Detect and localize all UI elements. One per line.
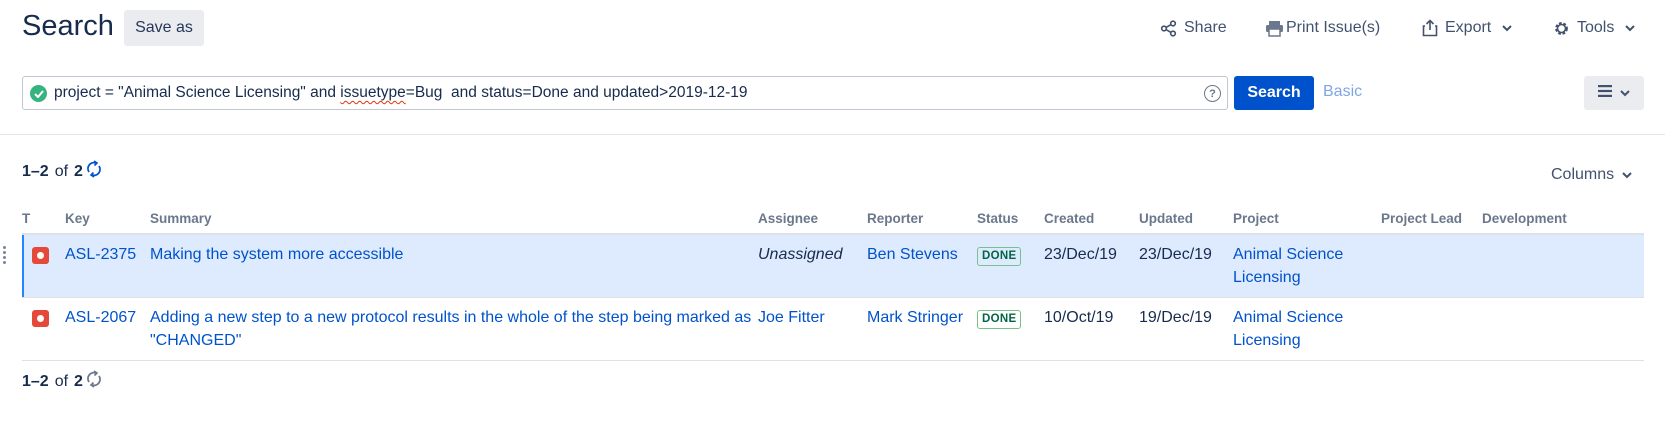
assignee-link[interactable]: Joe Fitter [758,309,825,326]
reporter-link[interactable]: Mark Stringer [867,309,963,326]
bug-icon [32,247,49,264]
project-link[interactable]: Animal Science Licensing [1233,309,1343,349]
jql-query-input[interactable]: project = "Animal Science Licensing" and… [22,76,1228,110]
help-icon[interactable]: ? [1204,85,1221,102]
tools-label: Tools [1577,19,1615,36]
share-label: Share [1184,19,1227,36]
share-button[interactable]: Share [1160,14,1227,42]
save-as-button[interactable]: Save as [124,10,204,46]
updated-value: 23/Dec/19 [1139,234,1233,298]
check-circle-icon [30,85,47,102]
status-badge: DONE [977,310,1022,329]
divider [0,134,1665,135]
project-lead-value [1381,297,1482,361]
columns-label: Columns [1551,166,1615,183]
issue-summary-link[interactable]: Adding a new step to a new protocol resu… [150,309,751,349]
project-link[interactable]: Animal Science Licensing [1233,246,1343,286]
column-header-project-lead[interactable]: Project Lead [1381,207,1482,235]
result-range: 1–2 [22,372,49,390]
column-header-updated[interactable]: Updated [1139,207,1233,235]
development-value [1482,234,1644,298]
type-cell [22,234,65,298]
table-header-row: T Key Summary Assignee Reporter Status C… [22,207,1644,235]
table-row[interactable]: ASL-2375 Making the system more accessib… [22,234,1644,298]
assignee-value: Unassigned [758,246,843,263]
chevron-down-icon [1620,84,1630,102]
issue-key-link[interactable]: ASL-2067 [65,309,136,326]
result-of: of [54,162,69,180]
issues-table: T Key Summary Assignee Reporter Status C… [22,207,1644,361]
print-issues-button[interactable]: Print Issue(s) [1265,14,1380,42]
export-icon [1422,19,1438,37]
column-header-key[interactable]: Key [65,207,150,235]
chevron-down-icon [1622,166,1632,184]
updated-value: 19/Dec/19 [1139,297,1233,361]
top-bar: Search Save as Share Print Issue(s) Expo… [0,0,1665,58]
project-lead-value [1381,234,1482,298]
pagination-top: 1–2 of 2 [22,160,103,183]
jql-text-part: =Bug and status=Done and updated>2019-12… [405,84,748,101]
columns-button[interactable]: Columns [1551,166,1632,184]
reporter-link[interactable]: Ben Stevens [867,246,958,263]
jql-text-part: project = "Animal Science Licensing" and [54,84,341,101]
list-view-icon [1598,84,1612,102]
column-header-reporter[interactable]: Reporter [867,207,977,235]
refresh-icon[interactable] [85,160,103,183]
refresh-icon[interactable] [85,370,103,393]
export-label: Export [1445,19,1492,36]
search-button[interactable]: Search [1234,76,1314,110]
chevron-down-icon [1502,24,1512,32]
result-total: 2 [74,372,83,390]
page-title: Search [22,10,114,42]
view-switcher-button[interactable] [1584,76,1644,110]
gear-icon [1553,20,1570,37]
table-row[interactable]: ASL-2067 Adding a new step to a new prot… [22,297,1644,361]
chevron-down-icon [1625,24,1636,32]
issue-summary-link[interactable]: Making the system more accessible [150,246,403,263]
pagination-bottom: 1–2 of 2 [22,370,103,393]
column-header-created[interactable]: Created [1044,207,1139,235]
column-header-project[interactable]: Project [1233,207,1381,235]
development-value [1482,297,1644,361]
share-icon [1160,19,1177,37]
tools-dropdown[interactable]: Tools [1553,14,1636,42]
column-header-assignee[interactable]: Assignee [758,207,867,235]
issue-key-link[interactable]: ASL-2375 [65,246,136,263]
printer-icon [1265,20,1284,37]
bug-icon [32,310,49,327]
column-header-status[interactable]: Status [977,207,1044,235]
column-header-development[interactable]: Development [1482,207,1644,235]
print-label: Print Issue(s) [1286,19,1381,36]
export-dropdown[interactable]: Export [1422,14,1512,42]
basic-mode-link[interactable]: Basic [1323,83,1362,101]
column-header-summary[interactable]: Summary [150,207,758,235]
jql-misspelled-word: issuetype [340,84,406,101]
drag-handle-icon[interactable] [3,246,7,264]
created-value: 23/Dec/19 [1044,234,1139,298]
result-total: 2 [74,162,83,180]
jql-query-text: project = "Animal Science Licensing" and… [54,84,748,102]
result-of: of [54,372,69,390]
status-badge: DONE [977,247,1022,266]
type-cell [22,297,65,361]
column-header-type[interactable]: T [22,207,65,235]
created-value: 10/Oct/19 [1044,297,1139,361]
result-range: 1–2 [22,162,49,180]
